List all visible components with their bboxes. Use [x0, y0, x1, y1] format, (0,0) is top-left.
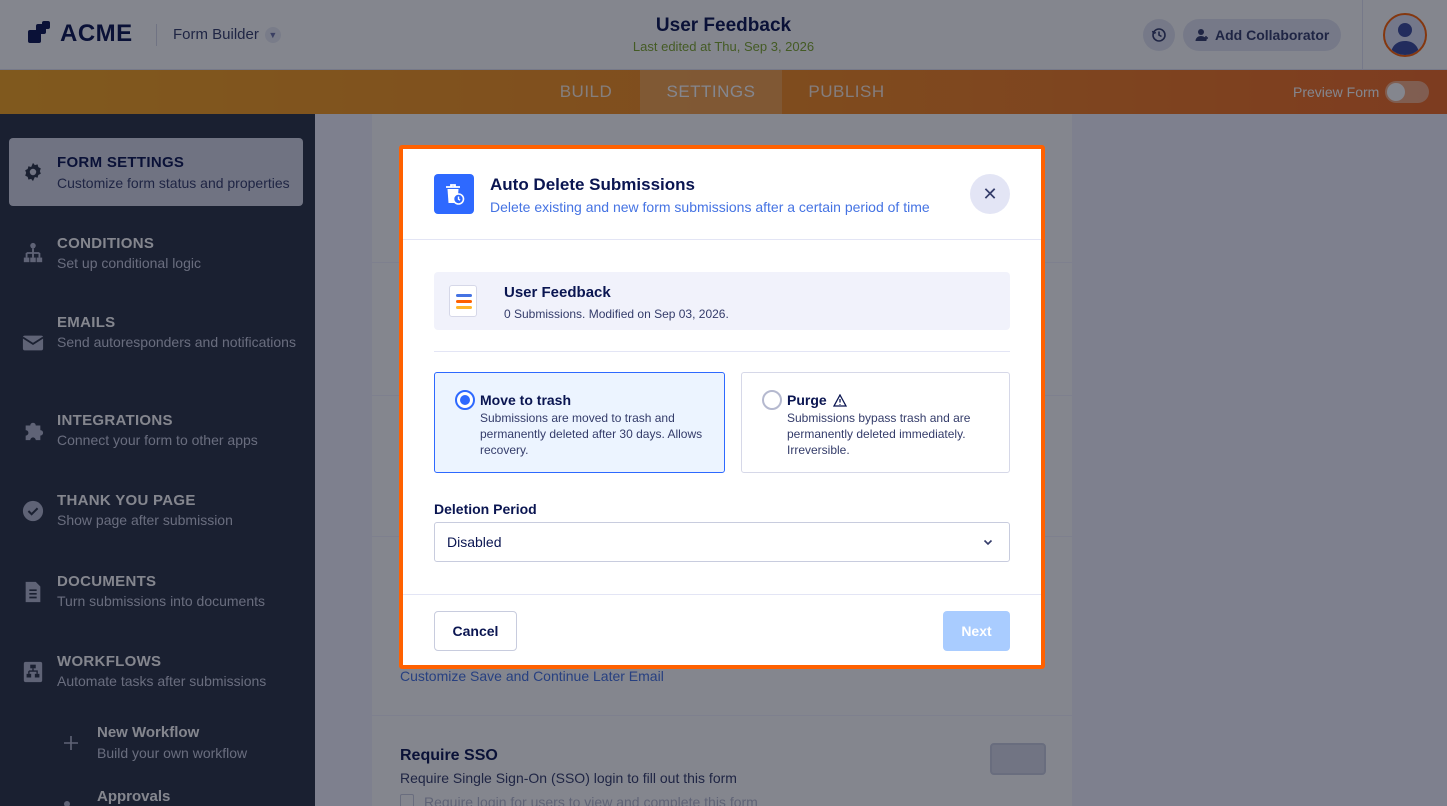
close-button[interactable]: ✕: [970, 174, 1010, 214]
purge-radio[interactable]: [762, 390, 782, 410]
option-purge[interactable]: Purge Submissions bypass trash and are p…: [741, 372, 1010, 473]
form-summary-title: User Feedback: [504, 284, 611, 301]
modal-title: Auto Delete Submissions: [490, 175, 695, 194]
move-to-trash-radio[interactable]: [455, 390, 475, 410]
option-title-text: Move to trash: [480, 392, 572, 408]
deletion-period-select[interactable]: Disabled: [434, 522, 1010, 562]
modal-subtitle: Delete existing and new form submissions…: [490, 199, 930, 215]
option-title: Purge: [787, 392, 847, 408]
option-description: Submissions bypass trash and are permane…: [787, 411, 971, 457]
form-icon: [449, 285, 477, 317]
trash-clock-icon: [434, 174, 474, 214]
warning-icon: [832, 393, 847, 407]
modal-header: Auto Delete Submissions Delete existing …: [403, 149, 1041, 240]
modal-footer-divider: [403, 594, 1041, 595]
close-icon: ✕: [982, 183, 998, 204]
chevron-down-icon: [983, 539, 993, 546]
option-move-to-trash[interactable]: Move to trash Submissions are moved to t…: [434, 372, 725, 473]
auto-delete-modal: Auto Delete Submissions Delete existing …: [399, 145, 1045, 669]
next-button[interactable]: Next: [943, 611, 1010, 651]
deletion-period-label: Deletion Period: [434, 501, 537, 517]
form-summary-meta: 0 Submissions. Modified on Sep 03, 2026.: [504, 307, 729, 321]
modal-separator: [434, 351, 1010, 352]
option-title-text: Purge: [787, 392, 827, 408]
cancel-button[interactable]: Cancel: [434, 611, 517, 651]
option-description: Submissions are moved to trash and perma…: [480, 411, 703, 457]
deletion-period-value: Disabled: [447, 534, 502, 550]
option-title: Move to trash: [480, 392, 571, 408]
form-summary-card: User Feedback 0 Submissions. Modified on…: [434, 272, 1010, 330]
